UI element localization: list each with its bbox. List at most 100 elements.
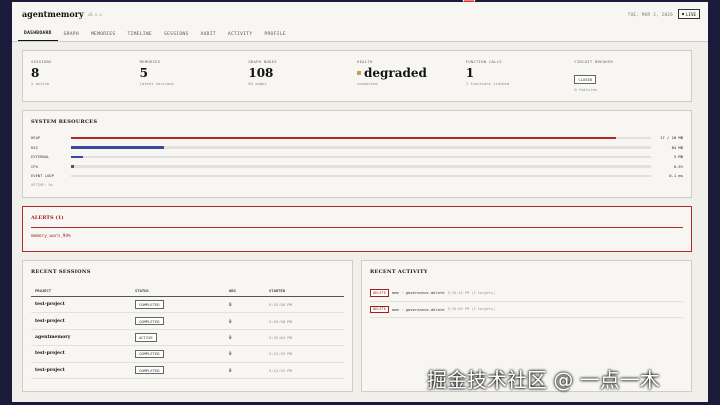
resource-label: EVENT LOOP [31, 173, 54, 179]
stat-value-text: 5 [139, 66, 149, 80]
resource-value: 17 / 18 MB [660, 135, 683, 141]
list-item[interactable]: DELETE mem · governance-delete 5:16:15 PM … [370, 285, 683, 302]
stat-sub: connected [357, 81, 378, 86]
watermark: 掘金技术社区 @ 一点一木 [427, 368, 660, 392]
tab-memories[interactable]: MEMORIES [85, 32, 122, 41]
activity-meta: 5:16:15 PM (1 targets) [447, 290, 496, 295]
session-project: test-project [31, 345, 131, 363]
session-started: 5:12:33 PM [265, 362, 344, 379]
activity-text: mem · governance-delete [391, 306, 445, 312]
version-label: v0.x.x [87, 11, 103, 17]
system-resources-panel: SYSTEM RESOURCES HEAP 17 / 18 MB RSS 84 MB E… [22, 110, 692, 198]
recent-sessions-panel: RECENT SESSIONS PROJECT STATUS OBS START… [22, 260, 353, 392]
tab-sessions[interactable]: SESSIONS [158, 32, 195, 41]
session-obs: 0 [225, 362, 265, 379]
section-title: SYSTEM RESOURCES [31, 119, 98, 125]
stat-sub: latest versions [139, 81, 174, 86]
delete-badge: DELETE [370, 289, 389, 297]
delete-badge: DELETE [370, 305, 389, 314]
stat-graph-nodes: GRAPH NODES 108 84 edges [248, 59, 357, 93]
session-obs: 0 [225, 312, 265, 330]
resource-row: CPU 0.5% [31, 162, 683, 172]
alerts-panel: ALERTS (1) memory_warn_94% [22, 206, 692, 252]
stat-value: 5 [140, 66, 249, 80]
stat-sub: 1 functions tracked [465, 81, 510, 86]
table-row[interactable]: test-project COMPLETED 0 5:12:33 PM [31, 362, 344, 379]
section-title: RECENT ACTIVITY [370, 269, 428, 275]
session-started: 5:32:04 PM [265, 329, 344, 347]
main-nav: DASHBOARD GRAPH MEMORIES TIMELINE SESSIO… [12, 26, 708, 42]
resource-label: RSS [31, 144, 38, 150]
stat-value-text: 108 [248, 66, 274, 80]
sessions-table: PROJECT STATUS OBS STARTED test-project C… [31, 285, 344, 379]
tab-profile[interactable]: PROFILE [258, 32, 291, 41]
session-obs: 0 [225, 345, 265, 363]
resource-value: 84 MB [671, 144, 683, 150]
column-header: STARTED [265, 285, 344, 297]
resource-row: HEAP 17 / 18 MB [31, 133, 683, 143]
stat-value: 108 [248, 66, 357, 80]
column-header: OBS [225, 285, 265, 297]
session-status: ACTIVE [131, 329, 225, 347]
session-project: test-project [31, 362, 131, 379]
session-project: agentmemory [31, 329, 131, 347]
session-status: COMPLETED [131, 362, 225, 379]
tab-graph[interactable]: GRAPH [58, 32, 85, 41]
list-item[interactable]: DELETE mem · governance-delete 5:16:09 PM … [370, 302, 683, 319]
session-status: COMPLETED [131, 345, 225, 363]
session-project: test-project [31, 312, 131, 330]
resource-label: CPU [31, 163, 38, 169]
date-label: TUE, MAR 3, 2026 [627, 11, 673, 17]
resource-bar [71, 146, 651, 149]
session-status: COMPLETED [131, 312, 225, 330]
session-started: 5:33:58 PM [265, 312, 344, 330]
resource-bar [71, 165, 651, 168]
stat-label: GRAPH NODES [248, 59, 277, 64]
resource-row: EXTERNAL 3 MB [31, 152, 683, 162]
activity-text: mem · governance-delete [391, 290, 445, 296]
tab-timeline[interactable]: TIMELINE [121, 32, 158, 41]
stat-value: 8 [31, 66, 140, 80]
status-badge: COMPLETED [135, 365, 164, 375]
stat-label: FUNCTION CALLS [465, 59, 502, 64]
stat-value: 1 [466, 66, 575, 80]
activity-meta: 5:16:09 PM (1 targets) [447, 307, 496, 312]
live-label: LIVE [685, 11, 696, 17]
resource-row: EVENT LOOP 0.1 ms [31, 171, 683, 181]
stat-value-text: 1 [465, 66, 475, 80]
resource-bar-fill [71, 165, 75, 168]
tab-dashboard[interactable]: DASHBOARD [18, 31, 58, 41]
table-row[interactable]: test-project COMPLETED 0 5:33:58 PM [31, 312, 344, 330]
table-row[interactable]: agentmemory ACTIVE 0 5:32:04 PM [31, 329, 344, 347]
session-project: test-project [31, 296, 131, 314]
stats-panel: SESSIONS 8 2 active MEMORIES 5 latest ve… [22, 50, 692, 102]
status-badge: COMPLETED [135, 349, 164, 359]
session-status: COMPLETED [131, 296, 225, 314]
alert-item[interactable]: memory_warn_94% [31, 234, 683, 239]
stat-sub: 0 failures [574, 87, 598, 92]
session-obs: 0 [225, 329, 265, 347]
session-started: 5:12:33 PM [265, 345, 344, 363]
resource-bar [71, 174, 651, 177]
column-header: PROJECT [31, 285, 131, 297]
top-bar: agentmemory v0.x.x TUE, MAR 3, 2026 LIVE [12, 2, 708, 26]
live-dot-icon [681, 12, 685, 16]
table-row[interactable]: test-project COMPLETED 0 5:12:33 PM [31, 345, 344, 363]
resource-value: 0.1 ms [669, 173, 683, 179]
stat-label: CIRCUIT BREAKER [574, 59, 614, 64]
brand-logo[interactable]: agentmemory [22, 9, 84, 19]
stat-health: HEALTH degraded connected [357, 59, 466, 93]
stat-value-text: degraded [364, 66, 427, 80]
column-header: STATUS [131, 285, 225, 297]
stat-memories: MEMORIES 5 latest versions [140, 59, 249, 93]
tab-activity[interactable]: ACTIVITY [222, 32, 259, 41]
status-badge: ACTIVE [135, 333, 157, 342]
table-header-row: PROJECT STATUS OBS STARTED [31, 285, 344, 297]
session-started: 5:33:58 PM [265, 296, 344, 314]
tab-audit[interactable]: AUDIT [195, 32, 222, 41]
table-row[interactable]: test-project COMPLETED 0 5:33:58 PM [31, 296, 344, 314]
session-obs: 0 [225, 296, 265, 314]
resource-list: HEAP 17 / 18 MB RSS 84 MB EXTERNAL 3 MB CPU 0.5… [31, 133, 683, 181]
stat-circuit-breaker: CIRCUIT BREAKER CLOSED 0 failures [574, 59, 683, 93]
status-badge: COMPLETED [135, 300, 164, 309]
